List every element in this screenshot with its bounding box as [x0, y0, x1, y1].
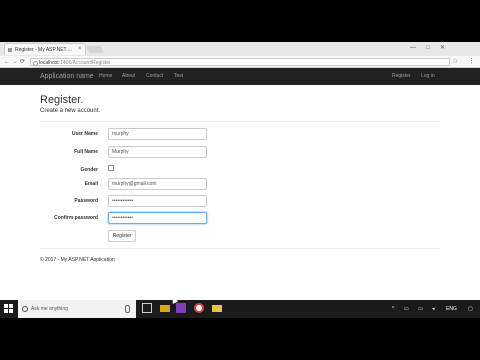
- tab-close-icon[interactable]: ×: [78, 46, 82, 52]
- password-label: Password: [74, 198, 98, 204]
- reload-icon[interactable]: ⟳: [20, 57, 25, 67]
- footer-text: © 2017 - My ASP.NET Application: [40, 257, 115, 263]
- forward-icon[interactable]: →: [12, 57, 18, 67]
- nav-link-about[interactable]: About: [122, 68, 135, 85]
- bookmark-star-icon[interactable]: ☆: [452, 57, 458, 67]
- windows-start-icon[interactable]: [4, 304, 13, 313]
- user-name-label: User Name: [71, 131, 98, 137]
- file-explorer-icon[interactable]: [160, 305, 170, 312]
- chrome-icon[interactable]: [194, 303, 204, 313]
- page-title: Register.: [40, 94, 84, 106]
- language-indicator[interactable]: ENG: [446, 300, 457, 318]
- password-input[interactable]: ••••••••••••: [108, 195, 207, 207]
- page-content: [0, 85, 480, 300]
- tool-icon[interactable]: [212, 305, 222, 312]
- url-host: localhost: [39, 60, 59, 66]
- microphone-icon[interactable]: [125, 305, 130, 313]
- email-label: Email: [84, 181, 98, 187]
- gender-label: Gender: [80, 167, 98, 173]
- cortana-icon: [22, 306, 28, 312]
- favicon-icon: [8, 48, 12, 52]
- search-placeholder: Ask me anything: [31, 306, 68, 312]
- browser-tab[interactable]: Register - My ASP.NET ...: [4, 43, 86, 55]
- divider: [40, 121, 440, 122]
- url-input[interactable]: localhost:1406/Account/Register: [30, 58, 450, 66]
- new-tab-button[interactable]: [86, 46, 104, 53]
- register-button[interactable]: Register: [108, 230, 136, 242]
- confirm-password-label: Confirm password: [54, 215, 98, 221]
- brand-link[interactable]: Application name: [40, 68, 94, 85]
- footer-divider: [40, 248, 440, 249]
- visual-studio-icon[interactable]: [176, 303, 186, 313]
- network-icon[interactable]: ▭: [404, 300, 409, 318]
- window-minimize-icon[interactable]: —: [410, 44, 416, 52]
- task-view-icon[interactable]: [142, 303, 152, 313]
- nav-link-register[interactable]: Register: [392, 68, 411, 85]
- window-maximize-icon[interactable]: □: [426, 44, 430, 52]
- email-input[interactable]: murphy@gmail.com: [108, 178, 207, 190]
- battery-icon[interactable]: ▭: [418, 300, 423, 318]
- browser-menu-icon[interactable]: ⋮: [468, 57, 475, 67]
- full-name-label: Full Name: [74, 149, 98, 155]
- screen: Register - My ASP.NET ... × — □ ✕ ← → ⟳ …: [0, 0, 480, 360]
- window-close-icon[interactable]: ✕: [440, 44, 445, 52]
- nav-link-home[interactable]: Home: [99, 68, 112, 85]
- confirm-password-input[interactable]: ••••••••••••: [108, 212, 207, 224]
- taskbar-search-input[interactable]: Ask me anything: [18, 300, 136, 318]
- nav-link-contact[interactable]: Contact: [146, 68, 163, 85]
- url-path: :1406/Account/Register: [58, 60, 111, 66]
- page-subtitle: Create a new account.: [40, 108, 101, 114]
- tab-title: Register - My ASP.NET ...: [15, 47, 73, 53]
- nav-link-test[interactable]: Test: [174, 68, 183, 85]
- user-name-input[interactable]: murphy: [108, 128, 207, 140]
- volume-icon[interactable]: ◂: [432, 300, 435, 318]
- nav-link-login[interactable]: Log in: [421, 68, 435, 85]
- gender-checkbox[interactable]: [108, 165, 114, 171]
- tray-chevron-icon[interactable]: ^: [392, 300, 394, 318]
- back-icon[interactable]: ←: [4, 57, 10, 67]
- full-name-input[interactable]: Murphy: [108, 146, 207, 158]
- info-icon: [33, 61, 38, 66]
- notification-icon[interactable]: ▢: [468, 300, 473, 318]
